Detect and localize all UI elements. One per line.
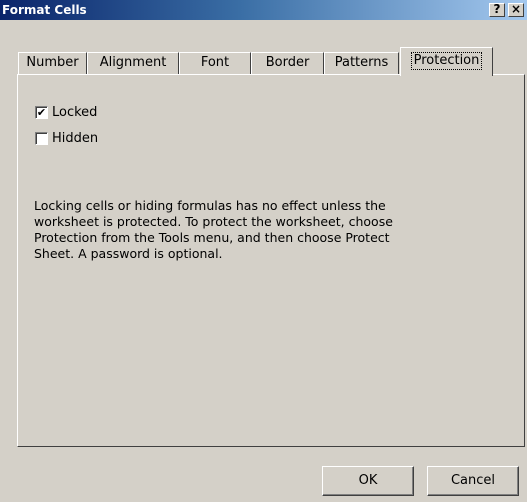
ok-button[interactable]: OK (322, 466, 414, 496)
close-icon: × (510, 2, 522, 16)
help-button[interactable]: ? (489, 3, 505, 17)
cancel-button[interactable]: Cancel (427, 466, 519, 496)
protection-panel: ✔ Locked Hidden Locking cells or hiding … (17, 74, 525, 447)
tab-label: Patterns (334, 55, 389, 70)
tab-patterns[interactable]: Patterns (324, 52, 399, 74)
tab-label: Font (200, 55, 230, 70)
tab-border[interactable]: Border (251, 52, 324, 74)
locked-checkbox[interactable]: ✔ (35, 106, 48, 119)
title-bar[interactable]: Format Cells ? × (0, 0, 527, 20)
tab-label: Protection (410, 52, 483, 70)
hidden-checkbox[interactable] (35, 132, 48, 145)
tab-label: Border (265, 55, 310, 70)
help-icon: ? (493, 2, 501, 16)
tab-alignment[interactable]: Alignment (87, 52, 179, 74)
tab-label: Number (26, 55, 79, 70)
hidden-label[interactable]: Hidden (52, 131, 98, 147)
protection-info-text: Locking cells or hiding formulas has no … (34, 198, 393, 261)
tab-number[interactable]: Number (18, 52, 87, 74)
tab-protection[interactable]: Protection (400, 47, 493, 76)
dialog-title: Format Cells (2, 3, 87, 17)
format-cells-dialog: Format Cells ? × Number Alignment Font B… (0, 0, 527, 502)
tab-font[interactable]: Font (179, 52, 251, 74)
locked-label[interactable]: Locked (52, 105, 97, 121)
tab-label: Alignment (99, 55, 167, 70)
close-button[interactable]: × (508, 3, 524, 17)
